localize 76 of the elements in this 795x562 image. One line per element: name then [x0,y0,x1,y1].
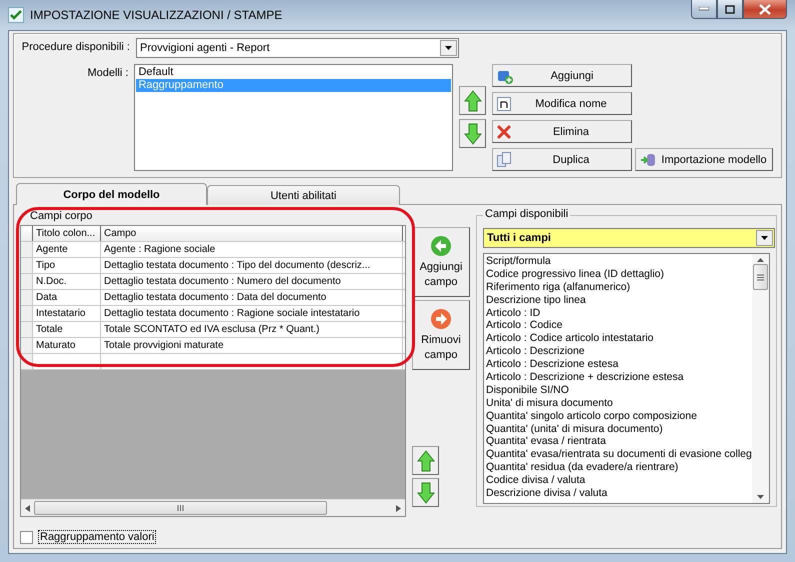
tab[interactable]: Corpo del modello [16,183,207,205]
table-cell: Totale [33,322,101,337]
field-item[interactable]: Articolo : Descrizione estesa [486,358,750,372]
field-item[interactable]: Quantita' residua (da evadere/a rientrare) [486,461,750,474]
table-cell: Tipo [33,258,101,273]
field-item[interactable]: Descrizione tipo linea [486,294,750,307]
close-button[interactable] [743,0,787,19]
models-label: Modelli : [86,66,128,79]
vertical-scrollbar[interactable] [752,254,769,503]
field-item[interactable]: Articolo : ID [486,306,750,320]
grip-icon [757,274,764,280]
field-item[interactable]: Codice divisa / valuta [486,474,750,488]
move-down-button[interactable] [459,119,486,148]
table-cell: Totale SCONTATO ed IVA esclusa (Prz * Quant.) [101,322,403,337]
window-title: IMPOSTAZIONE VISUALIZZAZIONI / STAMPE [30,8,282,22]
up-arrow-icon [464,90,482,112]
scroll-right-icon [396,504,401,512]
model-action-button[interactable]: Elimina [492,120,632,143]
move-up-button[interactable] [459,86,486,115]
field-item[interactable]: Descrizione divisa / valuta [486,487,750,500]
table-cell: Agente : Ragione sociale [101,242,403,257]
minimize-icon [699,7,709,11]
scroll-left-icon [25,504,30,512]
dropdown-arrow-icon [761,236,768,240]
model-action-button[interactable]: Modifica nome [492,92,632,115]
down-arrow-icon [416,482,434,504]
dropdown-arrow-icon [445,46,452,50]
model-item[interactable]: Default [136,66,451,79]
grouping-label: Raggruppamento valori [38,530,156,544]
checkmark-icon [8,7,24,23]
grouping-checkbox[interactable] [20,530,33,544]
maximize-icon [725,4,735,14]
database-arrow-icon [640,152,656,166]
scroll-down-icon [757,495,764,499]
table-cell: Totale provvigioni maturate [101,338,403,353]
field-item[interactable]: Quantita' (unita' di misura documento) [486,422,750,436]
field-item[interactable]: Articolo : Codice articolo intestatario [486,332,750,346]
down-arrow-icon [464,122,482,144]
filter-dropdown[interactable]: Tutti i campi [483,228,775,248]
minimize-button[interactable] [691,0,717,19]
field-item[interactable]: Quantita' evasa/rientrata su documenti di evasione colleg [486,448,750,462]
up-arrow-icon [416,450,434,472]
grip-icon [177,505,184,511]
field-item[interactable]: Unita' di misura documento [486,396,750,410]
column-header[interactable]: Campo [101,226,403,241]
model-action-button[interactable]: Duplica [492,148,632,171]
procedure-label: Procedure disponibili : [20,40,130,53]
field-action-button[interactable]: Rimuovi campo [412,300,470,370]
field-item[interactable]: Quantita' singolo articolo corpo composizione [486,410,750,423]
procedure-dropdown[interactable]: Provvigioni agenti - Report [136,38,459,58]
letter-n-icon [497,96,511,110]
field-item[interactable]: Script/formula [486,255,750,268]
field-item[interactable]: Disponibile SI/NO [486,384,750,397]
move-down-button[interactable] [412,478,439,507]
column-header[interactable]: Titolo colon... [33,226,101,241]
field-item[interactable]: Articolo : Descrizione [486,345,750,358]
field-item[interactable]: Articolo : Descrizione + descrizione estesa [486,371,750,384]
field-item[interactable]: Riferimento riga (alfanumerico) [486,280,750,294]
maximize-button[interactable] [717,0,743,19]
field-item[interactable]: Quantita' evasa / rientrata [486,435,750,448]
tab[interactable]: Utenti abilitati [207,185,400,205]
model-action-button[interactable]: Aggiungi [492,64,632,87]
delete-icon [497,124,511,138]
documents-icon [497,152,511,167]
body-fields-label: Campi corpo [29,209,94,223]
row-header [21,226,33,241]
move-up-button[interactable] [412,446,439,475]
available-fields-label: Campi disponibili [483,208,570,220]
table-cell: Agente [33,242,101,257]
model-action-button[interactable]: Importazione modello [635,148,773,171]
field-action-button[interactable]: Aggiungi campo [412,227,470,297]
field-item[interactable]: Articolo : Codice [486,319,750,332]
close-icon [759,4,771,14]
horizontal-scrollbar[interactable] [21,499,405,516]
field-item[interactable]: Codice progressivo linea (ID dettaglio) [486,268,750,281]
scroll-up-icon [757,258,764,262]
